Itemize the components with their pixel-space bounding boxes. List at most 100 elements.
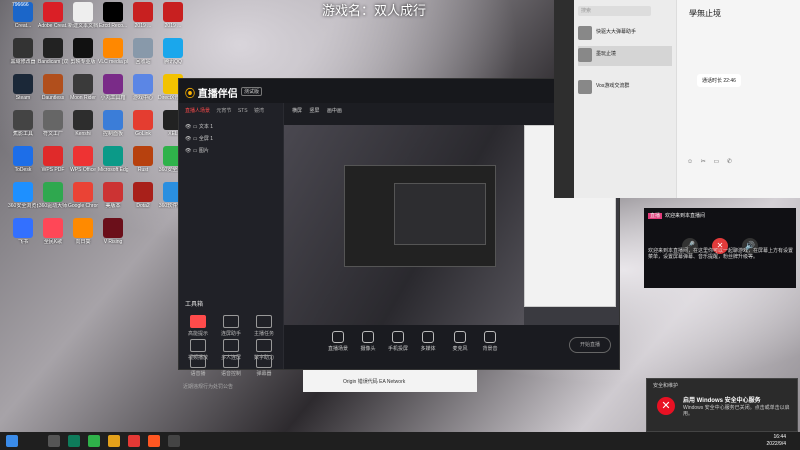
tab-scene-3[interactable]: STS: [238, 108, 248, 114]
tab-portrait[interactable]: 竖屏: [309, 108, 319, 114]
desktop-icon-label: 2019 ...: [164, 23, 182, 29]
tab-scene-4[interactable]: 镜湾: [254, 108, 264, 114]
app-icon[interactable]: [168, 435, 180, 447]
desktop-icon[interactable]: Ezcd Reco...: [98, 2, 128, 29]
desktop-icon[interactable]: 剪映专业版: [68, 38, 98, 65]
app-icon: [43, 218, 63, 238]
source-item[interactable]: 👁 ▭ 全屏 1: [185, 135, 213, 142]
edge-icon[interactable]: [68, 435, 80, 447]
chat-contact[interactable]: 墨玩止境: [578, 46, 672, 66]
source-item[interactable]: 👁 ▭ 图片: [185, 147, 209, 154]
desktop-icon[interactable]: WPS Office: [68, 146, 98, 173]
dock-item[interactable]: 背景音: [476, 331, 504, 352]
chat-toolbar[interactable]: ☺ ✂ ▭ ✆: [687, 158, 735, 165]
nested-preview-window: [394, 183, 486, 245]
dock-item[interactable]: 摄像头: [354, 331, 382, 352]
tab-scene-1[interactable]: 直播人场景: [185, 108, 210, 114]
desktop-icon[interactable]: 美版本: [98, 182, 128, 209]
tool-button[interactable]: 主播任务: [249, 315, 279, 337]
desktop-icon[interactable]: Steam: [8, 74, 38, 101]
dock-label: 直播场景: [327, 346, 348, 352]
dock-label: 麦克风: [452, 346, 468, 352]
desktop-icon[interactable]: Kenshi: [68, 110, 98, 137]
tool-button[interactable]: 语音播: [183, 355, 213, 377]
tab-pip[interactable]: 画中画: [327, 108, 342, 114]
explorer-icon[interactable]: [108, 435, 120, 447]
chat-search-input[interactable]: 搜索: [578, 6, 651, 16]
search-icon[interactable]: [48, 435, 60, 447]
app-title-bar: ⦿ 直播伴侣 测试版 — ▢ ✕: [179, 79, 619, 103]
avatar: [578, 80, 592, 94]
notice-link[interactable]: 近期违规行为处罚公告: [183, 383, 233, 390]
desktop-icon[interactable]: 符文工厂: [38, 110, 68, 137]
desktop-icon[interactable]: Google Chrome: [68, 182, 98, 209]
chat-contact[interactable]: Vos游戏交流群: [578, 78, 672, 98]
desktop-icon-label: WPS Office: [70, 167, 96, 173]
desktop-icon[interactable]: 回收站: [128, 38, 158, 65]
desktop-icon[interactable]: 游戏中心: [128, 74, 158, 101]
desktop-icon[interactable]: Moon Rider: [68, 74, 98, 101]
app-icon: [73, 218, 93, 238]
app-icon: [133, 38, 153, 58]
desktop-icon[interactable]: GoLink: [128, 110, 158, 137]
start-live-button[interactable]: 开始直播: [569, 337, 611, 353]
desktop-icon[interactable]: Adobe Creat...: [38, 2, 68, 29]
media-icon: [422, 331, 434, 343]
tool-label: 语音控制: [220, 371, 241, 377]
desktop-icon-label: 小丸工具箱: [100, 95, 126, 101]
desktop-icon[interactable]: 黑域修改器: [8, 38, 38, 65]
desktop-icon[interactable]: 蕉影工具: [8, 110, 38, 137]
desktop-icon[interactable]: VLC media player: [98, 38, 128, 65]
wechat-icon[interactable]: [88, 435, 100, 447]
system-clock[interactable]: 16:44 2022/9/4: [767, 434, 786, 448]
app-icon: [13, 182, 33, 202]
tool-button[interactable]: 高能提示: [183, 315, 213, 337]
dock-item[interactable]: 麦克风: [446, 331, 474, 352]
desktop-icon-grid: Creat... 796666 Adobe Creat... 新建文本文档 Ezcd R…: [0, 0, 188, 432]
desktop-icon[interactable]: Microsoft Edge: [98, 146, 128, 173]
desktop-icon[interactable]: 2019 ...: [128, 2, 158, 29]
windows-start-icon[interactable]: [6, 435, 18, 447]
desktop-icon[interactable]: 腾讯QQ: [158, 38, 188, 65]
contact-name: 快驱大大弹幕助手: [596, 29, 637, 35]
desktop-icon[interactable]: 全民K歌: [38, 218, 68, 245]
desktop-icon[interactable]: WPS PDF: [38, 146, 68, 173]
speaker-icon: [484, 331, 496, 343]
desktop-icon[interactable]: Creat... 796666: [8, 2, 38, 29]
desktop-icon[interactable]: 360驱动大师: [38, 182, 68, 209]
desktop-icon[interactable]: 向日葵: [68, 218, 98, 245]
desktop-icon[interactable]: 控制面板: [98, 110, 128, 137]
source-item[interactable]: 👁 ▭ 文本 1: [185, 123, 213, 130]
tool-button[interactable]: 连屏助手: [216, 315, 246, 337]
dock-item[interactable]: 手机投屏: [384, 331, 412, 352]
desktop-icon[interactable]: Dauntless: [38, 74, 68, 101]
desktop-icon[interactable]: Bandicam (双击...: [38, 38, 68, 65]
tool-icon: [256, 355, 272, 368]
app-icon: [103, 182, 123, 202]
clock-date: 2022/9/4: [766, 441, 786, 447]
dock-item[interactable]: 直播场景: [324, 331, 352, 352]
app-icon: [13, 74, 33, 94]
origin-bar[interactable]: Origin 错误代码 EA Network: [303, 370, 477, 392]
desktop-icon[interactable]: 新建文本文档: [68, 2, 98, 29]
tab-landscape[interactable]: 横屏: [292, 108, 302, 114]
desktop-icon[interactable]: 小丸工具箱: [98, 74, 128, 101]
desktop-icon[interactable]: 360安全浏览器: [8, 182, 38, 209]
desktop-icon[interactable]: 2019 ...: [158, 2, 188, 29]
dock-item[interactable]: 多媒体: [414, 331, 442, 352]
desktop-icon[interactable]: Dota2: [128, 182, 158, 209]
chat-contact[interactable]: 快驱大大弹幕助手: [578, 24, 672, 44]
desktop-icon[interactable]: Rust: [128, 146, 158, 173]
tool-label: 弹幕器: [256, 371, 272, 377]
stream-app-icon[interactable]: [128, 435, 140, 447]
tool-label: 连屏助手: [220, 331, 241, 337]
tab-scene-2[interactable]: 元宵节: [216, 108, 231, 114]
tool-button[interactable]: 语音控制: [216, 355, 246, 377]
desktop-icon[interactable]: ToDesk: [8, 146, 38, 173]
app-icon: [133, 146, 153, 166]
desktop-icon[interactable]: 飞书: [8, 218, 38, 245]
security-notification[interactable]: 安全和维护 ✕ 启用 Windows 安全中心服务 Windows 安全中心服务…: [646, 378, 798, 432]
app-icon[interactable]: [148, 435, 160, 447]
desktop-icon[interactable]: V Rising: [98, 218, 128, 245]
tool-button[interactable]: 弹幕器: [249, 355, 279, 377]
